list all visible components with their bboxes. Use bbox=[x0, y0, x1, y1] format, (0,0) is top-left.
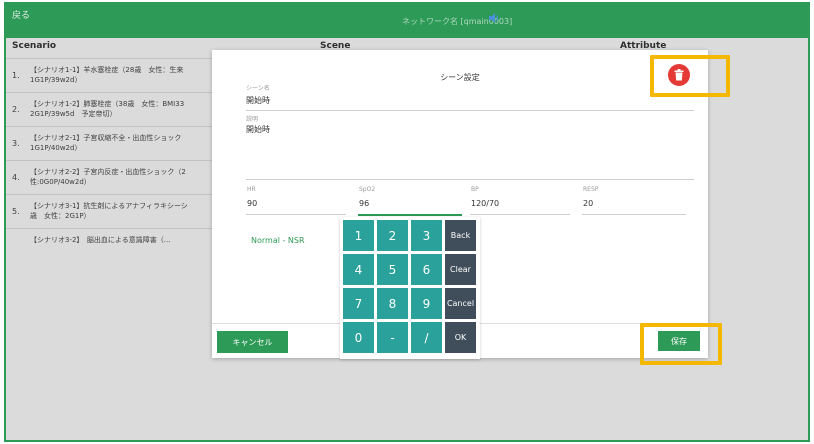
spo2-input[interactable]: 96 bbox=[359, 199, 369, 208]
back-link[interactable]: 戻る bbox=[12, 8, 30, 21]
scene-name-underline bbox=[246, 110, 694, 111]
cancel-button[interactable]: キャンセル bbox=[217, 331, 288, 353]
bp-input[interactable]: 120/70 bbox=[471, 199, 499, 208]
spo2-underline bbox=[358, 214, 462, 216]
highlight-delete bbox=[650, 55, 730, 97]
keypad-key-2[interactable]: 2 bbox=[377, 220, 408, 251]
hr-input[interactable]: 90 bbox=[247, 199, 257, 208]
keypad-key-slash[interactable]: / bbox=[411, 322, 442, 353]
bp-label: BP bbox=[471, 186, 479, 193]
dialog-title: シーン設定 bbox=[440, 73, 480, 82]
keypad-key-ok[interactable]: OK bbox=[445, 322, 476, 353]
top-bar: 戻る ネットワーク名 [qmain0003] bbox=[6, 4, 808, 38]
keypad-key-4[interactable]: 4 bbox=[343, 254, 374, 285]
scene-name-label: シーン名 bbox=[246, 85, 270, 92]
hr-underline bbox=[246, 214, 346, 215]
keypad-key-7[interactable]: 7 bbox=[343, 288, 374, 319]
spo2-label: SpO2 bbox=[359, 186, 376, 193]
highlight-save bbox=[640, 323, 722, 365]
description-label: 説明 bbox=[246, 116, 259, 123]
keypad-key-9[interactable]: 9 bbox=[411, 288, 442, 319]
keypad-key-1[interactable]: 1 bbox=[343, 220, 374, 251]
bp-underline bbox=[470, 214, 570, 215]
scene-name-input[interactable]: 開始時 bbox=[246, 95, 270, 106]
keypad-key-cancel[interactable]: Cancel bbox=[445, 288, 476, 319]
description-underline bbox=[246, 179, 694, 180]
resp-underline bbox=[582, 214, 686, 215]
keypad-key-minus[interactable]: - bbox=[377, 322, 408, 353]
hr-label: HR bbox=[247, 186, 256, 193]
description-input[interactable]: 開始時 bbox=[246, 124, 270, 135]
keypad-key-back[interactable]: Back bbox=[445, 220, 476, 251]
keypad-key-0[interactable]: 0 bbox=[343, 322, 374, 353]
keypad-key-3[interactable]: 3 bbox=[411, 220, 442, 251]
rhythm-selector[interactable]: Normal - NSR bbox=[251, 236, 305, 245]
resp-input[interactable]: 20 bbox=[583, 199, 593, 208]
keypad-key-clear[interactable]: Clear bbox=[445, 254, 476, 285]
keypad-key-5[interactable]: 5 bbox=[377, 254, 408, 285]
speaker-icon[interactable] bbox=[488, 12, 500, 24]
numeric-keypad: 1 2 3 Back 4 5 6 Clear 7 8 9 Cancel 0 - … bbox=[340, 217, 480, 359]
keypad-key-6[interactable]: 6 bbox=[411, 254, 442, 285]
resp-label: RESP bbox=[583, 186, 599, 193]
keypad-key-8[interactable]: 8 bbox=[377, 288, 408, 319]
